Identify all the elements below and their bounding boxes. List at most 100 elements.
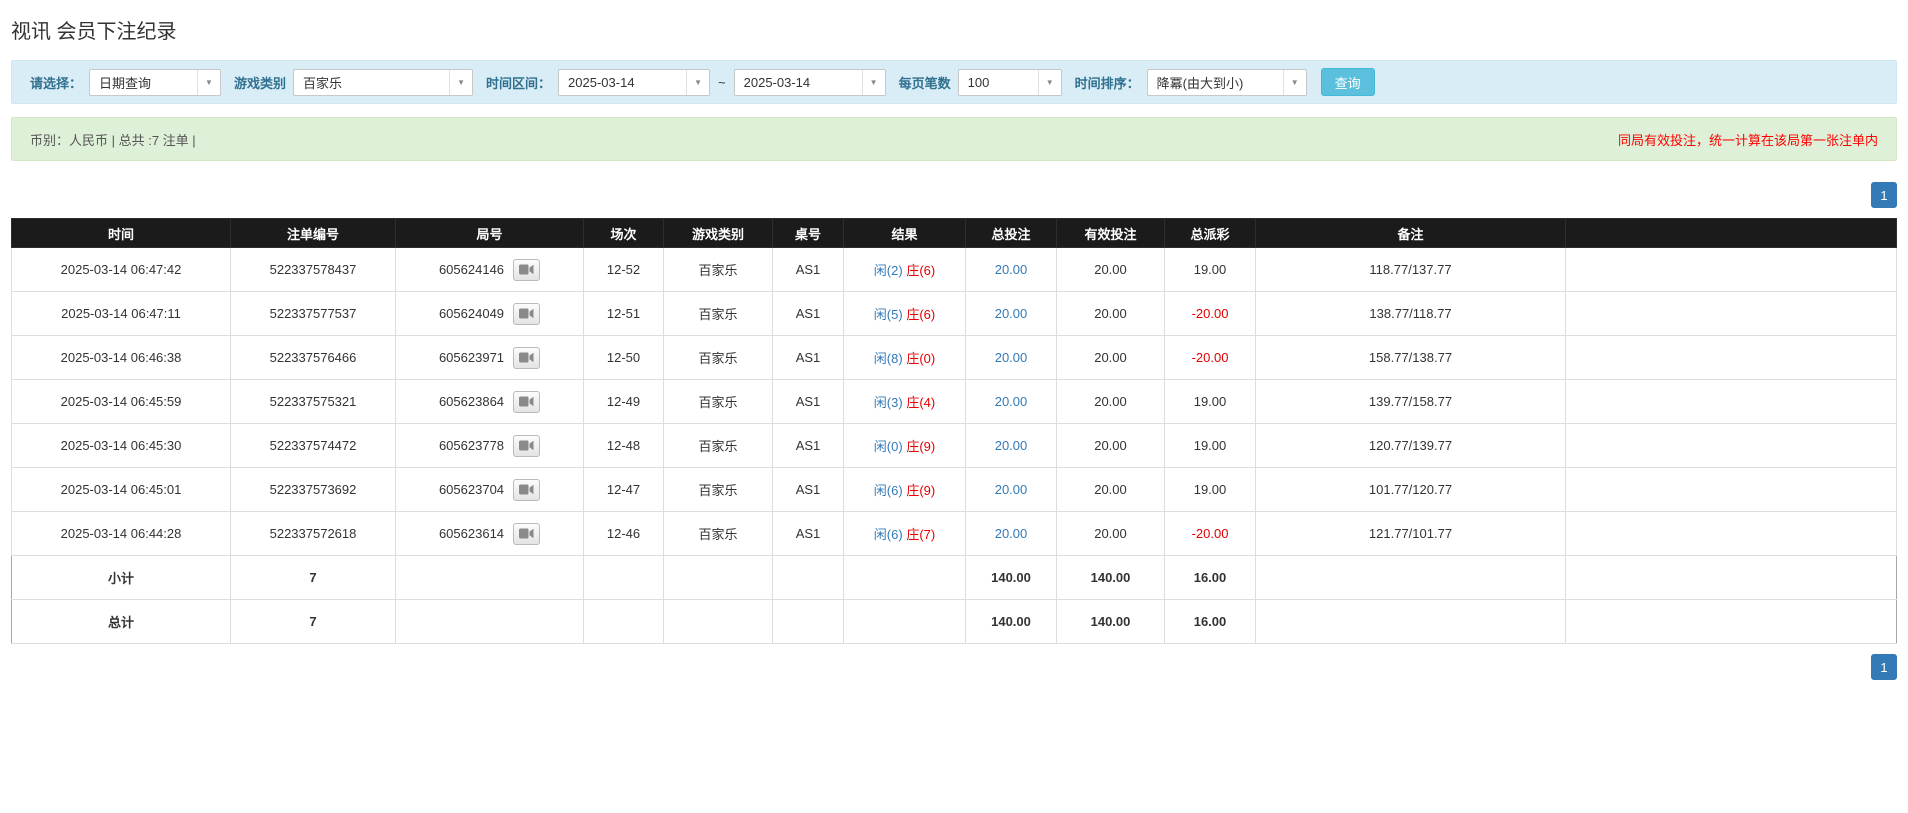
footer-payout: 16.00: [1165, 556, 1256, 600]
cell-table-no: AS1: [773, 336, 844, 380]
chevron-down-icon[interactable]: ▼: [449, 70, 472, 95]
total-bet-link[interactable]: 20.00: [995, 482, 1028, 497]
video-camera-icon: [519, 484, 534, 495]
cell-game-type: 百家乐: [664, 380, 773, 424]
cell-table-no: AS1: [773, 380, 844, 424]
cell-time: 2025-03-14 06:44:28: [12, 512, 231, 556]
column-header-game-type: 游戏类别: [664, 219, 773, 248]
game-type-select[interactable]: 百家乐 ▼: [293, 69, 473, 96]
footer-empty-cell: [773, 600, 844, 644]
column-header-valid-bet: 有效投注: [1057, 219, 1165, 248]
chevron-down-icon[interactable]: ▼: [686, 70, 709, 95]
cell-time: 2025-03-14 06:47:11: [12, 292, 231, 336]
query-type-value: 日期查询: [90, 70, 197, 95]
cell-blank: [1566, 336, 1897, 380]
video-replay-button[interactable]: [513, 303, 540, 325]
column-header-payout: 总派彩: [1165, 219, 1256, 248]
date-from-value: 2025-03-14: [559, 70, 686, 95]
video-replay-button[interactable]: [513, 259, 540, 281]
page-1-button[interactable]: 1: [1871, 654, 1897, 680]
chevron-down-icon[interactable]: ▼: [1038, 70, 1061, 95]
notice-text: 同局有效投注，统一计算在该局第一张注单内: [1618, 130, 1878, 149]
cell-note: 138.77/118.77: [1256, 292, 1566, 336]
cell-round-id: 605624049: [396, 292, 584, 336]
chevron-down-icon[interactable]: ▼: [197, 70, 220, 95]
result-banker: 庄(7): [906, 527, 935, 542]
total-bet-link[interactable]: 20.00: [995, 438, 1028, 453]
cell-total-bet: 20.00: [966, 380, 1057, 424]
bet-record-row: 2025-03-14 06:45:01 522337573692 6056237…: [12, 468, 1897, 512]
cell-table-no: AS1: [773, 292, 844, 336]
column-header-total-bet: 总投注: [966, 219, 1057, 248]
cell-total-bet: 20.00: [966, 336, 1057, 380]
cell-result: 闲(3) 庄(4): [844, 380, 966, 424]
result-player: 闲(5): [874, 307, 903, 322]
payout-value: 19.00: [1194, 394, 1227, 409]
cell-total-bet: 20.00: [966, 468, 1057, 512]
per-page-select[interactable]: 100 ▼: [958, 69, 1062, 96]
video-camera-icon: [519, 308, 534, 319]
cell-payout: -20.00: [1165, 512, 1256, 556]
footer-empty-cell: [773, 556, 844, 600]
cell-time: 2025-03-14 06:45:30: [12, 424, 231, 468]
query-type-select[interactable]: 日期查询 ▼: [89, 69, 221, 96]
cell-note: 101.77/120.77: [1256, 468, 1566, 512]
video-camera-icon: [519, 440, 534, 451]
footer-count: 7: [231, 556, 396, 600]
footer-payout: 16.00: [1165, 600, 1256, 644]
video-camera-icon: [519, 396, 534, 407]
cell-round-id: 605623864: [396, 380, 584, 424]
video-replay-button[interactable]: [513, 347, 540, 369]
total-bet-link[interactable]: 20.00: [995, 262, 1028, 277]
column-header-time: 时间: [12, 219, 231, 248]
total-bet-link[interactable]: 20.00: [995, 526, 1028, 541]
cell-result: 闲(0) 庄(9): [844, 424, 966, 468]
bet-record-row: 2025-03-14 06:44:28 522337572618 6056236…: [12, 512, 1897, 556]
cell-total-bet: 20.00: [966, 424, 1057, 468]
payout-value: -20.00: [1192, 350, 1229, 365]
total-bet-link[interactable]: 20.00: [995, 306, 1028, 321]
cell-payout: 19.00: [1165, 380, 1256, 424]
sort-order-label: 时间排序：: [1075, 73, 1140, 92]
total-bet-link[interactable]: 20.00: [995, 394, 1028, 409]
round-number: 605624049: [439, 306, 504, 321]
footer-total-bet: 140.00: [966, 556, 1057, 600]
footer-count: 7: [231, 600, 396, 644]
per-page-value: 100: [959, 70, 1038, 95]
cell-note: 139.77/158.77: [1256, 380, 1566, 424]
payout-value: 19.00: [1194, 438, 1227, 453]
video-replay-button[interactable]: [513, 435, 540, 457]
bet-records-table: 时间注单编号局号场次游戏类别桌号结果总投注有效投注总派彩备注 2025-03-1…: [11, 218, 1897, 644]
page-1-button[interactable]: 1: [1871, 182, 1897, 208]
cell-bet-id: 522337576466: [231, 336, 396, 380]
total-bet-link[interactable]: 20.00: [995, 350, 1028, 365]
footer-empty-cell: [584, 556, 664, 600]
chevron-down-icon[interactable]: ▼: [862, 70, 885, 95]
cell-blank: [1566, 292, 1897, 336]
table-header-row: 时间注单编号局号场次游戏类别桌号结果总投注有效投注总派彩备注: [12, 219, 1897, 248]
cell-valid-bet: 20.00: [1057, 292, 1165, 336]
cell-round-id: 605623704: [396, 468, 584, 512]
date-to-value: 2025-03-14: [735, 70, 862, 95]
cell-table-no: AS1: [773, 424, 844, 468]
cell-blank: [1566, 380, 1897, 424]
cell-blank: [1566, 512, 1897, 556]
date-to-input[interactable]: 2025-03-14 ▼: [734, 69, 886, 96]
page: 视讯 会员下注纪录 请选择： 日期查询 ▼ 游戏类别 百家乐 ▼ 时间区间： 2…: [0, 0, 1908, 704]
chevron-down-icon[interactable]: ▼: [1283, 70, 1306, 95]
currency-total-text: 币别：人民币 | 总共 :7 注单 |: [30, 130, 196, 149]
footer-label: 总计: [12, 600, 231, 644]
cell-session: 12-48: [584, 424, 664, 468]
query-button[interactable]: 查询: [1321, 68, 1375, 96]
date-from-input[interactable]: 2025-03-14 ▼: [558, 69, 710, 96]
cell-valid-bet: 20.00: [1057, 336, 1165, 380]
footer-valid-bet: 140.00: [1057, 600, 1165, 644]
video-replay-button[interactable]: [513, 391, 540, 413]
result-player: 闲(0): [874, 439, 903, 454]
cell-blank: [1566, 424, 1897, 468]
pagination-bottom: 1: [11, 654, 1897, 680]
footer-empty-cell: [844, 556, 966, 600]
sort-order-select[interactable]: 降冪(由大到小) ▼: [1147, 69, 1307, 96]
video-replay-button[interactable]: [513, 479, 540, 501]
video-replay-button[interactable]: [513, 523, 540, 545]
